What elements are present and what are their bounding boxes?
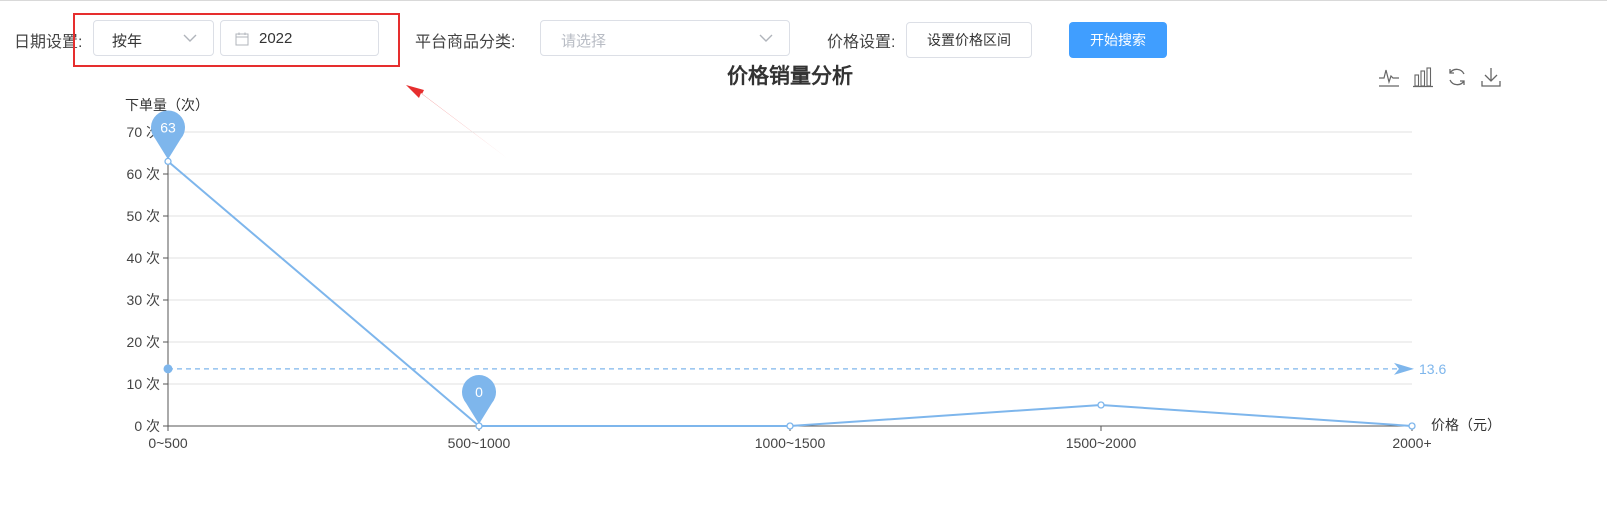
- x-axis-name: 价格（元）: [1431, 417, 1501, 433]
- y-tick-label: 40 次: [127, 250, 160, 266]
- average-mark-start-dot: [163, 364, 173, 374]
- y-tick-label: 10 次: [127, 376, 160, 392]
- y-tick-label: 50 次: [127, 208, 160, 224]
- data-point: [1097, 401, 1105, 409]
- mark-point-label: 63: [160, 119, 176, 135]
- data-point: [786, 422, 794, 430]
- chart-area: 0 次10 次20 次30 次40 次50 次60 次70 次0~500 500~…: [125, 97, 1501, 451]
- x-tick-label: 0~500: [148, 435, 188, 451]
- x-tick-label: 1000~1500: [755, 435, 826, 451]
- y-tick-label: 20 次: [127, 334, 160, 350]
- y-tick-label: 60 次: [127, 166, 160, 182]
- data-point: [1408, 422, 1416, 430]
- series-line: [167, 160, 1413, 427]
- mark-point-label: 0: [475, 384, 483, 400]
- x-tick-label: 1500~2000: [1066, 435, 1137, 451]
- average-mark-label: 13.6: [1419, 361, 1446, 377]
- y-tick-label: 0 次: [134, 418, 160, 434]
- y-tick-label: 30 次: [127, 292, 160, 308]
- x-tick-label: 500~1000: [448, 435, 511, 451]
- x-tick-label: 2000+: [1392, 435, 1431, 451]
